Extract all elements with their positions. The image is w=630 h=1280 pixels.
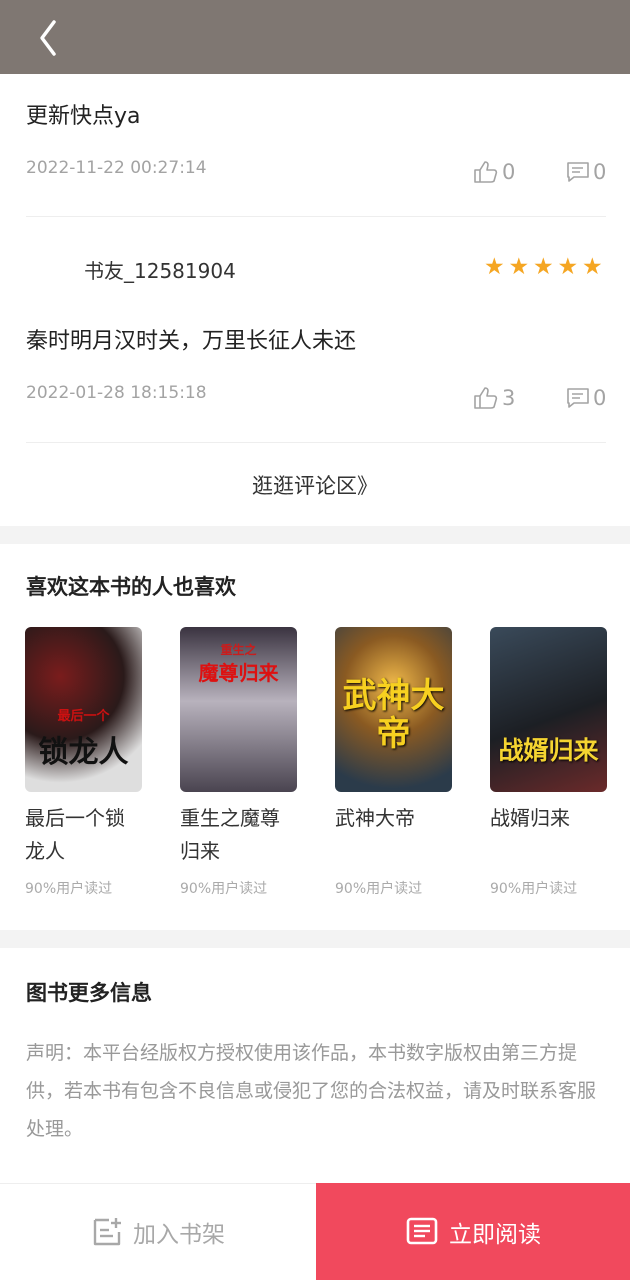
more-comments-link[interactable]: 逛逛评论区》: [0, 470, 630, 500]
book-card[interactable]: 最后一个 锁龙人 最后一个锁龙人 90%用户读过: [25, 627, 143, 897]
like-count: 0: [502, 160, 516, 184]
star-icon: ★: [557, 254, 579, 280]
comment-icon: [567, 162, 589, 182]
bottom-action-bar: 加入书架 立即阅读: [0, 1183, 630, 1280]
book-title: 战婿归来: [490, 806, 570, 830]
book-cover: 战婿归来: [490, 627, 607, 792]
divider: [26, 216, 606, 217]
copyright-notice: 声明：本平台经版权方授权使用该作品，本书数字版权由第三方提供，若本书有包含不良信…: [26, 1042, 597, 1140]
cover-subtitle: 最后一个: [57, 709, 110, 724]
info-title: 图书更多信息: [26, 981, 152, 1005]
like-button[interactable]: 0: [473, 160, 515, 184]
cover-title: 战婿归来: [498, 736, 599, 765]
top-bar: [0, 0, 630, 74]
comment-date: 2022-11-22 00:27:14: [26, 158, 207, 178]
book-title: 最后一个锁龙人: [25, 806, 125, 863]
book-readers: 90%用户读过: [25, 881, 113, 897]
cover-title: 锁龙人: [38, 735, 129, 770]
like-count: 3: [502, 386, 516, 410]
book-cover: 重生之 魔尊归来: [180, 627, 297, 792]
star-rating: ★ ★ ★ ★ ★: [484, 255, 607, 279]
book-card[interactable]: 战婿归来 战婿归来 90%用户读过: [490, 627, 608, 897]
book-title: 武神大帝: [335, 806, 415, 830]
book-readers: 90%用户读过: [335, 881, 423, 897]
read-now-label: 立即阅读: [449, 1221, 541, 1248]
add-to-shelf-label: 加入书架: [133, 1222, 225, 1248]
book-icon: [406, 1217, 438, 1244]
add-to-shelf-button[interactable]: 加入书架: [0, 1183, 316, 1280]
book-cover: 最后一个 锁龙人: [25, 627, 142, 792]
cover-subtitle: 重生之: [220, 643, 257, 657]
section-divider: [0, 526, 630, 544]
comment-date: 2022-01-28 18:15:18: [26, 383, 207, 403]
section-divider: [0, 930, 630, 948]
reply-button[interactable]: 0: [566, 386, 606, 410]
cover-title: 魔尊归来: [198, 661, 279, 685]
reply-count: 0: [593, 160, 607, 184]
book-readers: 90%用户读过: [490, 881, 578, 897]
book-cover: 武神大帝: [335, 627, 452, 792]
star-icon: ★: [533, 254, 554, 280]
recommend-title: 喜欢这本书的人也喜欢: [26, 575, 236, 599]
comment-text: 秦时明月汉时关，万里长征人未还: [26, 329, 357, 354]
read-now-button[interactable]: 立即阅读: [316, 1183, 630, 1280]
star-icon: ★: [582, 254, 603, 280]
book-card[interactable]: 重生之 魔尊归来 重生之魔尊归来 90%用户读过: [180, 627, 298, 897]
reply-button[interactable]: 0: [566, 160, 606, 184]
cover-title: 武神大帝: [342, 676, 445, 754]
add-bookshelf-icon: [93, 1218, 121, 1246]
reply-count: 0: [593, 386, 607, 410]
thumbs-up-icon: [474, 161, 498, 183]
comment-username: 书友_12581904: [84, 259, 236, 283]
comment-text: 更新快点ya: [26, 104, 141, 129]
back-button[interactable]: [30, 18, 66, 58]
book-title: 重生之魔尊归来: [180, 806, 280, 863]
like-button[interactable]: 3: [473, 386, 515, 410]
divider: [26, 442, 606, 443]
book-card[interactable]: 武神大帝 武神大帝 90%用户读过: [335, 627, 453, 897]
star-icon: ★: [508, 254, 530, 280]
chevron-left-icon: [40, 20, 56, 56]
comment-icon: [567, 388, 589, 408]
star-icon: ★: [484, 254, 505, 280]
book-readers: 90%用户读过: [180, 881, 268, 897]
thumbs-up-icon: [474, 387, 498, 409]
